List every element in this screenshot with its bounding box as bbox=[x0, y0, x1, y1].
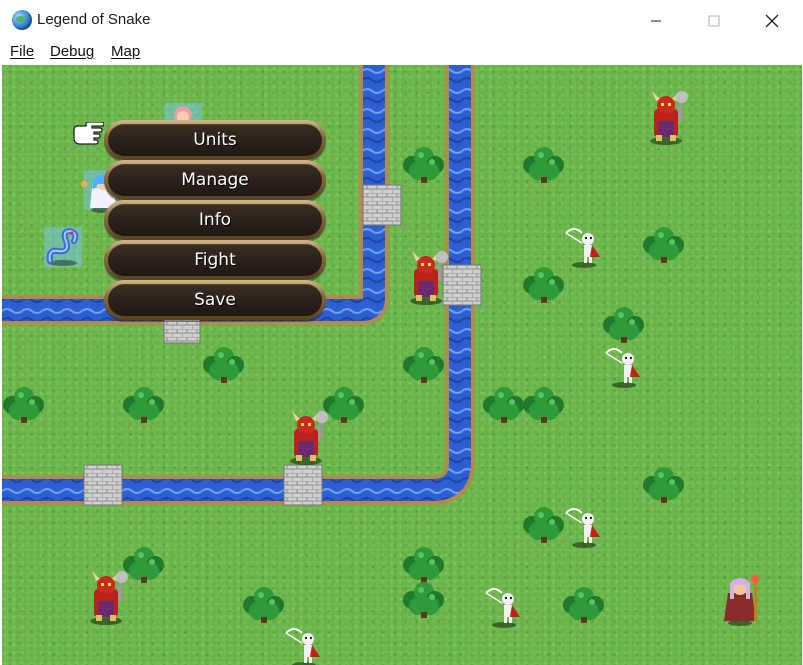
game-map[interactable]: Units Manage Info Fight Save bbox=[2, 65, 802, 665]
minimize-icon bbox=[651, 20, 661, 21]
title-bar: Legend of Snake bbox=[0, 0, 803, 41]
menu-map[interactable]: Map bbox=[111, 43, 140, 60]
maximize-icon bbox=[708, 15, 720, 26]
save-button[interactable]: Save bbox=[104, 280, 326, 320]
close-button[interactable] bbox=[743, 0, 801, 41]
units-button-label: Units bbox=[108, 124, 322, 156]
menu-bar: File Debug Map bbox=[0, 41, 803, 65]
units-button[interactable]: Units bbox=[104, 120, 326, 160]
save-button-label: Save bbox=[108, 284, 322, 316]
manage-button-label: Manage bbox=[108, 164, 322, 196]
globe-icon bbox=[12, 10, 32, 30]
fight-button-label: Fight bbox=[108, 244, 322, 276]
menu-debug[interactable]: Debug bbox=[50, 43, 94, 60]
fight-button[interactable]: Fight bbox=[104, 240, 326, 280]
minimize-button[interactable] bbox=[627, 0, 685, 41]
pointing-hand-icon bbox=[73, 122, 104, 145]
manage-button[interactable]: Manage bbox=[104, 160, 326, 200]
menu-file[interactable]: File bbox=[10, 43, 34, 60]
maximize-button[interactable] bbox=[685, 0, 743, 41]
close-icon bbox=[765, 14, 779, 27]
info-button-label: Info bbox=[108, 204, 322, 236]
info-button[interactable]: Info bbox=[104, 200, 326, 240]
window-title: Legend of Snake bbox=[37, 11, 151, 28]
